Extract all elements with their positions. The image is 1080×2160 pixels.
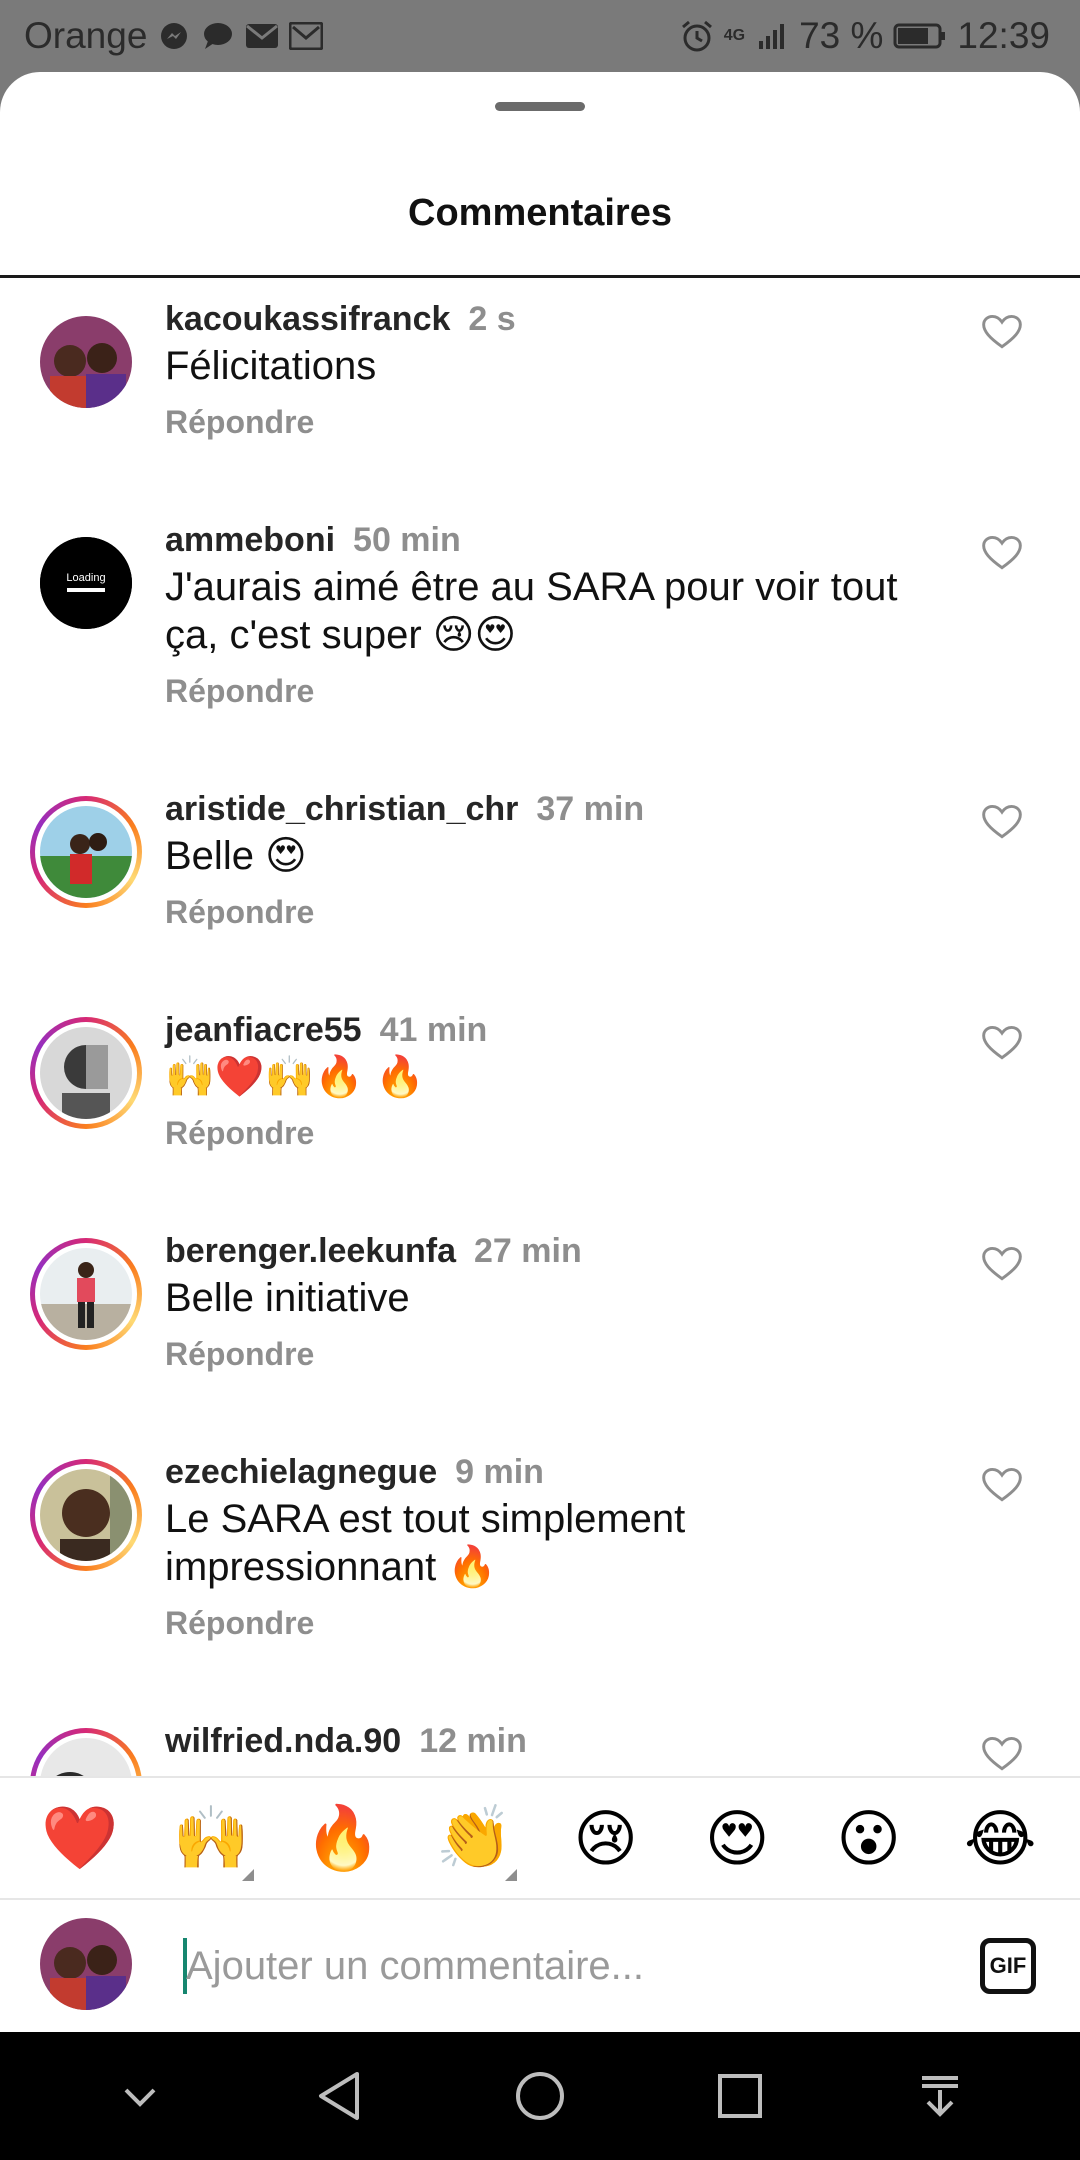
comment-input[interactable] (186, 1930, 946, 2002)
comment-time: 41 min (379, 1011, 488, 1049)
status-left: Orange (24, 15, 324, 57)
comment-item: berenger.leekunfa 27 min Belle initiative… (0, 1210, 1080, 1430)
sheet-drag-handle[interactable] (495, 102, 585, 111)
reply-button[interactable]: Répondre (165, 1336, 314, 1373)
username-text[interactable]: aristide_christian_chr (165, 790, 518, 828)
comment-text: Félicitations (165, 344, 377, 388)
gif-button[interactable]: GIF (980, 1938, 1036, 1994)
username-text[interactable]: kacoukassifranck (165, 300, 450, 338)
comment-item: aristide_christian_chr 37 min Belle 😍 Rép… (0, 768, 1080, 988)
story-ring-avatar[interactable] (30, 1238, 142, 1350)
emoji-heart-eyes-button[interactable]: 😍 (682, 1802, 792, 1875)
carrier-name: Orange (24, 15, 148, 56)
avatar (40, 806, 132, 898)
avatar[interactable]: Loading (40, 537, 132, 629)
like-heart-icon[interactable] (980, 1242, 1024, 1286)
mail-icon (245, 19, 279, 53)
comment-username[interactable]: jeanfiacre55 41 min (165, 1011, 487, 1050)
avatar (40, 1027, 132, 1119)
like-heart-icon[interactable] (980, 1021, 1024, 1065)
comment-composer: GIF (0, 1900, 1080, 2032)
comment-time: 50 min (353, 521, 461, 559)
like-heart-icon[interactable] (980, 310, 1024, 354)
comment-list[interactable]: kacoukassifranck 2 s Félicitations Répond… (0, 278, 1080, 1840)
emoji-raised-hands-button[interactable]: 🙌 (156, 1802, 266, 1881)
signal-icon (755, 19, 789, 53)
comment-item: Loading ammeboni 50 min J'aurais aimé êtr… (0, 499, 1080, 769)
comment-username[interactable]: aristide_christian_chr 37 min (165, 790, 644, 829)
reply-button[interactable]: Répondre (165, 673, 314, 710)
like-heart-icon[interactable] (980, 1732, 1024, 1776)
avatar (40, 1469, 132, 1561)
battery-icon (893, 19, 947, 53)
reply-button[interactable]: Répondre (165, 1605, 314, 1642)
comment-username[interactable]: ezechielagnegue 9 min (165, 1453, 544, 1492)
username-text[interactable]: ammeboni (165, 521, 335, 559)
comment-time: 37 min (536, 790, 645, 828)
chat-bubble-icon (201, 19, 235, 53)
comment-username[interactable]: ammeboni 50 min (165, 521, 461, 560)
reply-button[interactable]: Répondre (165, 894, 314, 931)
username-text[interactable]: jeanfiacre55 (165, 1011, 362, 1049)
username-text[interactable]: ezechielagnegue (165, 1453, 437, 1491)
status-right: 4G 73 % 12:39 (680, 15, 1050, 57)
download-icon[interactable] (900, 2056, 980, 2136)
comment-item: ezechielagnegue 9 min Le SARA est tout si… (0, 1431, 1080, 1701)
emoji-heart-button[interactable]: ❤️ (25, 1802, 135, 1875)
skin-tone-indicator (505, 1868, 518, 1881)
like-heart-icon[interactable] (980, 1463, 1024, 1507)
comment-time: 9 min (455, 1453, 544, 1491)
emoji-laughing-button[interactable]: 😂 (945, 1802, 1055, 1875)
system-nav-bar (0, 2032, 1080, 2160)
comment-time: 27 min (474, 1232, 582, 1270)
home-icon[interactable] (500, 2056, 580, 2136)
network-type: 4G (723, 27, 746, 44)
emoji-clap-button[interactable]: 👏 (419, 1802, 529, 1881)
current-user-avatar (40, 1918, 132, 2010)
comment-item: jeanfiacre55 41 min 🙌❤️🙌🔥 🔥 Répondre (0, 989, 1080, 1209)
like-heart-icon[interactable] (980, 800, 1024, 844)
avatar-loading-label: Loading (66, 572, 105, 584)
clock: 12:39 (957, 15, 1050, 56)
messenger-icon (157, 19, 191, 53)
comment-username[interactable]: wilfried.nda.90 12 min (165, 1722, 527, 1761)
reply-button[interactable]: Répondre (165, 1115, 314, 1152)
comment-username[interactable]: kacoukassifranck 2 s (165, 300, 516, 339)
alarm-icon (680, 19, 714, 53)
story-ring-avatar[interactable] (30, 796, 142, 908)
emoji-surprised-button[interactable]: 😮 (814, 1802, 924, 1875)
chevron-down-icon[interactable] (100, 2056, 180, 2136)
username-text[interactable]: berenger.leekunfa (165, 1232, 456, 1270)
gmail-icon (289, 19, 324, 53)
sheet-title: Commentaires (408, 192, 672, 234)
comments-sheet: Commentaires kacoukassifranck 2 s Félicit… (0, 72, 1080, 2032)
emoji-clap-glyph: 👏 (435, 1803, 513, 1873)
comment-time: 12 min (419, 1722, 527, 1760)
battery-percent: 73 % (799, 15, 884, 56)
emoji-fire-button[interactable]: 🔥 (288, 1802, 398, 1875)
avatar[interactable] (40, 316, 132, 408)
emoji-raised-hands-glyph: 🙌 (172, 1803, 250, 1873)
status-bar: Orange 4G 73 % 12:39 (0, 0, 1080, 72)
emoji-crying-button[interactable]: 😢 (551, 1802, 661, 1875)
reply-button[interactable]: Répondre (165, 404, 314, 441)
comment-text: Belle initiative (165, 1276, 410, 1320)
story-ring-avatar[interactable] (30, 1017, 142, 1129)
like-heart-icon[interactable] (980, 531, 1024, 575)
skin-tone-indicator (242, 1868, 255, 1881)
username-text[interactable]: wilfried.nda.90 (165, 1722, 401, 1760)
emoji-quick-bar: ❤️ 🙌 🔥 👏 😢 😍 😮 😂 (0, 1776, 1080, 1900)
comment-text: J'aurais aimé être au SARA pour voir tou… (165, 565, 898, 657)
comment-text: 🙌❤️🙌🔥 🔥 (165, 1055, 426, 1099)
comment-username[interactable]: berenger.leekunfa 27 min (165, 1232, 582, 1271)
comment-text: Belle 😍 (165, 834, 307, 878)
comment-time: 2 s (468, 300, 516, 338)
recents-icon[interactable] (700, 2056, 780, 2136)
comment-text: Le SARA est tout simplement impressionna… (165, 1497, 686, 1589)
avatar (40, 1248, 132, 1340)
story-ring-avatar[interactable] (30, 1459, 142, 1571)
comment-item: kacoukassifranck 2 s Félicitations Répond… (0, 278, 1080, 498)
back-icon[interactable] (300, 2056, 380, 2136)
